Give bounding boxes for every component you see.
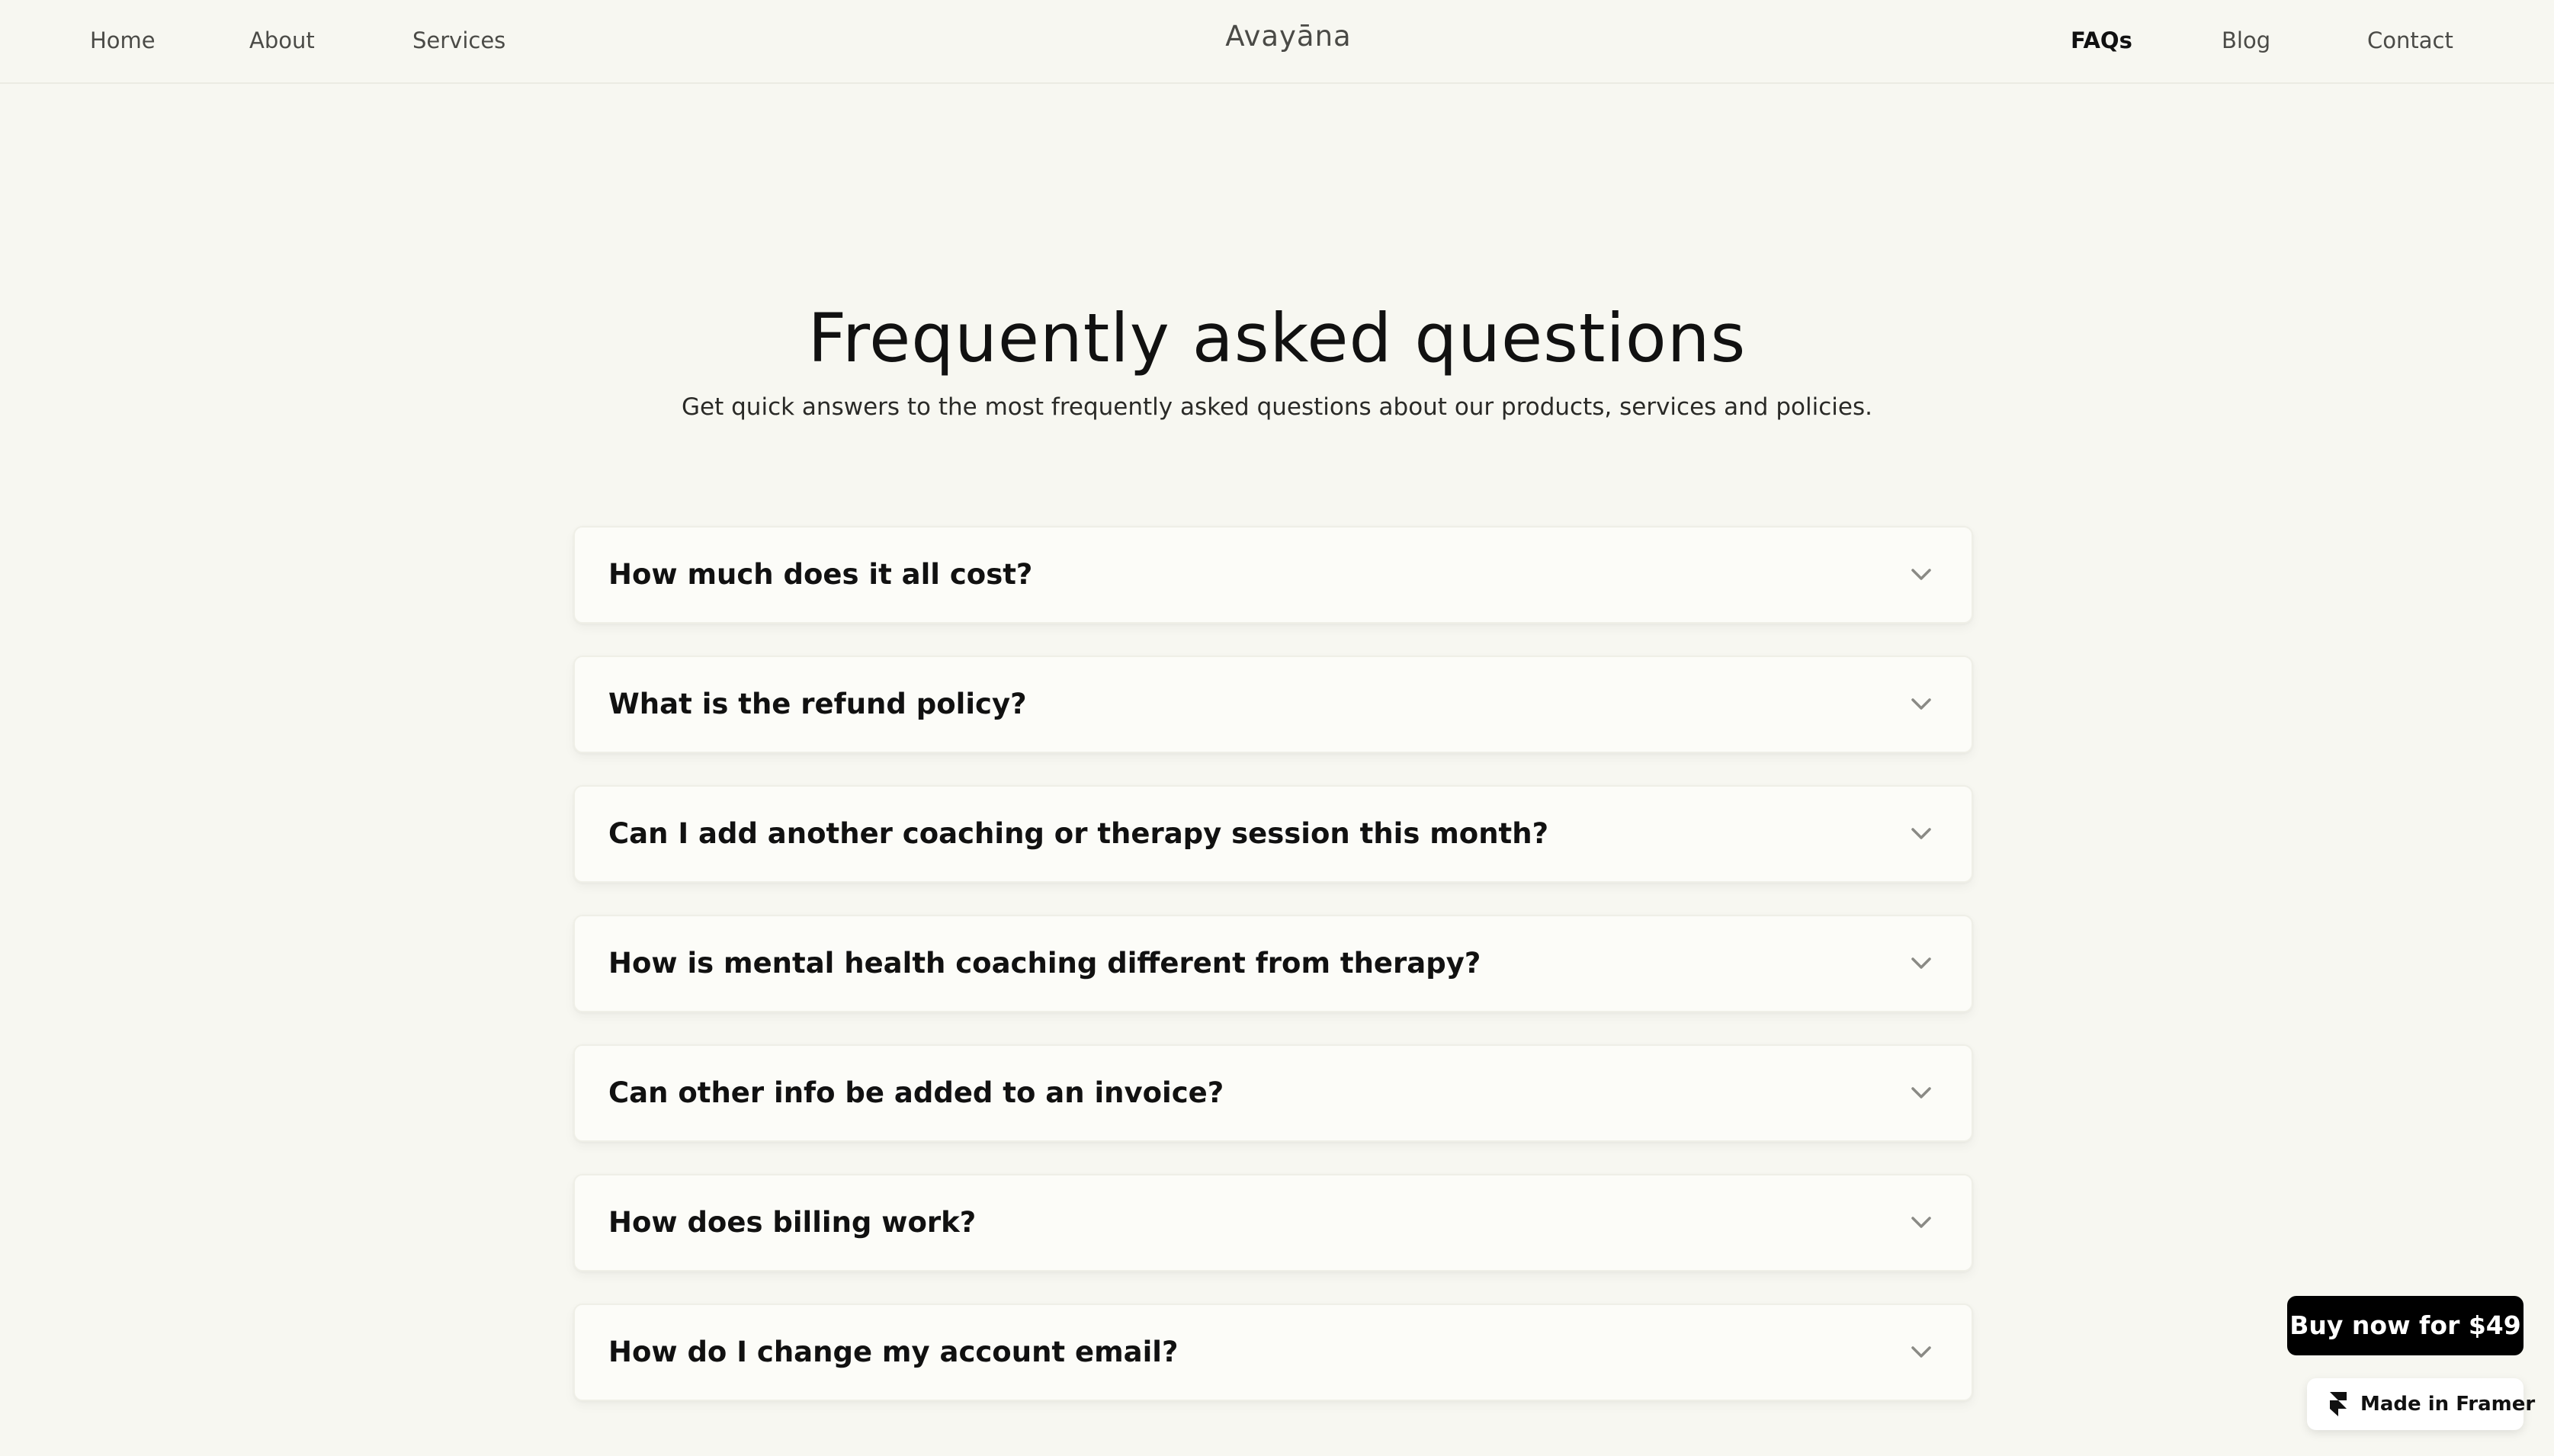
faq-list: How much does it all cost? What is the r… — [573, 526, 1973, 1433]
chevron-down-icon[interactable] — [1907, 950, 1935, 977]
faq-item[interactable]: Can I add another coaching or therapy se… — [573, 785, 1973, 883]
buy-now-button[interactable]: Buy now for $49 — [2287, 1296, 2524, 1355]
nav-faqs-link[interactable]: FAQs — [2071, 27, 2132, 53]
made-in-framer-label: Made in Framer — [2360, 1393, 2536, 1416]
chevron-down-icon[interactable] — [1907, 820, 1935, 848]
page-subtitle: Get quick answers to the most frequently… — [682, 393, 1872, 421]
faq-item[interactable]: Can other info be added to an invoice? — [573, 1044, 1973, 1142]
faq-question: How do I change my account email? — [608, 1336, 1179, 1368]
chevron-down-icon[interactable] — [1907, 561, 1935, 588]
faq-question: Can other info be added to an invoice? — [608, 1076, 1224, 1109]
faq-item[interactable]: What is the refund policy? — [573, 656, 1973, 753]
faq-item[interactable]: How do I change my account email? — [573, 1304, 1973, 1401]
nav-about-link[interactable]: About — [249, 27, 315, 53]
nav-services-link[interactable]: Services — [412, 27, 505, 53]
faq-question: How much does it all cost? — [608, 558, 1033, 591]
faq-question: How is mental health coaching different … — [608, 947, 1481, 980]
faq-question: How does billing work? — [608, 1206, 977, 1239]
chevron-down-icon[interactable] — [1907, 691, 1935, 718]
faq-question: Can I add another coaching or therapy se… — [608, 817, 1549, 850]
faq-item[interactable]: How much does it all cost? — [573, 526, 1973, 624]
site-header: Home About Services Avayāna FAQs Blog Co… — [0, 0, 2554, 84]
nav-home-link[interactable]: Home — [90, 27, 156, 53]
page-title: Frequently asked questions — [807, 299, 1747, 377]
chevron-down-icon[interactable] — [1907, 1079, 1935, 1107]
brand-logo[interactable]: Avayāna — [1159, 18, 1418, 55]
chevron-down-icon[interactable] — [1907, 1209, 1935, 1236]
faq-item[interactable]: How does billing work? — [573, 1174, 1973, 1272]
framer-logo-icon — [2330, 1392, 2347, 1416]
chevron-down-icon[interactable] — [1907, 1339, 1935, 1366]
made-in-framer-badge[interactable]: Made in Framer — [2307, 1378, 2535, 1430]
faq-item[interactable]: How is mental health coaching different … — [573, 915, 1973, 1012]
faq-question: What is the refund policy? — [608, 688, 1027, 720]
nav-contact-link[interactable]: Contact — [2367, 27, 2453, 53]
nav-blog-link[interactable]: Blog — [2222, 27, 2270, 53]
